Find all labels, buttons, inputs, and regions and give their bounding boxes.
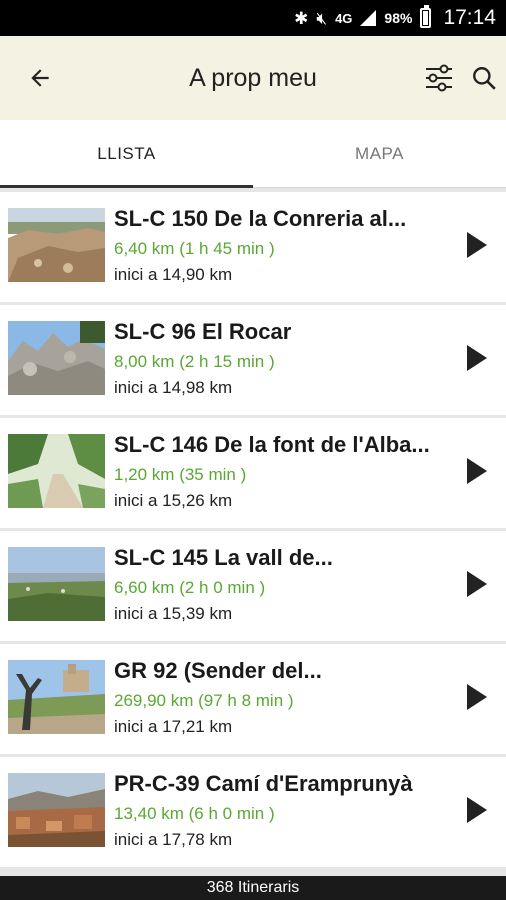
route-thumbnail [8,321,105,395]
route-distance: 13,40 km (6 h 0 min ) [114,804,275,823]
route-thumbnail [8,434,105,508]
route-item[interactable]: GR 92 (Sender del... 269,90 km (97 h 8 m… [0,644,506,754]
route-title: GR 92 (Sender del... [114,658,322,683]
route-title: SL-C 96 El Rocar [114,319,292,344]
play-arrow-icon [467,571,487,597]
results-count: 368 Itineraris [0,876,506,900]
route-title: SL-C 150 De la Conreria al... [114,206,407,231]
network-type: 4G [335,10,353,26]
route-title: SL-C 145 La vall de... [114,545,333,570]
status-bar: ✱ 🔇︎ 4G 98% 17:14 [0,0,506,36]
search-button[interactable] [466,60,502,96]
route-start-distance: inici a 14,98 km [114,378,233,397]
open-route-button[interactable] [462,682,492,712]
route-distance: 6,60 km (2 h 0 min ) [114,578,266,597]
route-thumbnail [8,660,105,734]
active-tab-indicator [0,185,253,188]
status-time: 17:14 [443,6,496,29]
signal-icon [360,10,377,26]
bluetooth-icon: ✱ [294,8,309,28]
open-route-button[interactable] [462,456,492,486]
play-arrow-icon [467,345,487,371]
open-route-button[interactable] [462,795,492,825]
route-distance: 1,20 km (35 min ) [114,465,247,484]
route-start-distance: inici a 15,39 km [114,604,233,623]
route-item[interactable]: SL-C 150 De la Conreria al... 6,40 km (1… [0,192,506,302]
open-route-button[interactable] [462,230,492,260]
play-arrow-icon [467,684,487,710]
play-arrow-icon [467,797,487,823]
mute-icon: 🔇︎ [316,8,328,28]
battery-icon [420,5,432,28]
sliders-icon [426,64,452,92]
route-title: PR-C-39 Camí d'Eramprunyà [114,771,413,796]
route-title: SL-C 146 De la font de l'Alba... [114,432,430,457]
app-bar: A prop meu [0,36,506,120]
route-item[interactable]: SL-C 96 El Rocar 8,00 km (2 h 15 min ) i… [0,305,506,415]
open-route-button[interactable] [462,343,492,373]
route-list: SL-C 150 De la Conreria al... 6,40 km (1… [0,192,506,870]
play-arrow-icon [467,458,487,484]
search-icon [473,67,496,90]
route-distance: 6,40 km (1 h 45 min ) [114,239,275,258]
play-arrow-icon [467,232,487,258]
route-thumbnail [8,773,105,847]
tab-bar: LLISTA MAPA [0,120,506,188]
route-item[interactable]: PR-C-39 Camí d'Eramprunyà 13,40 km (6 h … [0,757,506,867]
filter-button[interactable] [420,60,458,96]
tab-map[interactable]: MAPA [253,120,506,188]
route-item[interactable]: SL-C 146 De la font de l'Alba... 1,20 km… [0,418,506,528]
route-distance: 269,90 km (97 h 8 min ) [114,691,294,710]
route-start-distance: inici a 17,78 km [114,830,233,849]
battery-percent: 98% [384,10,413,26]
route-thumbnail [8,208,105,282]
tab-list[interactable]: LLISTA [0,120,253,188]
route-thumbnail [8,547,105,621]
route-start-distance: inici a 15,26 km [114,491,233,510]
open-route-button[interactable] [462,569,492,599]
route-distance: 8,00 km (2 h 15 min ) [114,352,275,371]
route-start-distance: inici a 17,21 km [114,717,233,736]
route-start-distance: inici a 14,90 km [114,265,233,284]
route-item[interactable]: SL-C 145 La vall de... 6,60 km (2 h 0 mi… [0,531,506,641]
